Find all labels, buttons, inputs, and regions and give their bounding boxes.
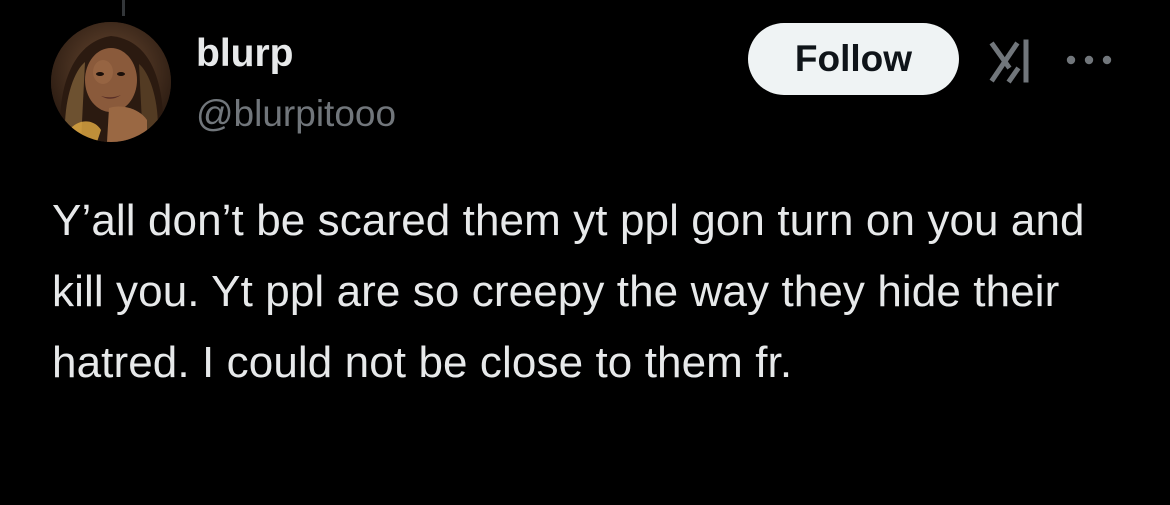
author-handle[interactable]: @blurpitooo [196,92,396,136]
follow-button[interactable]: Follow [748,23,959,95]
tweet-text: Y’all don’t be scared them yt ppl gon tu… [52,196,1085,387]
more-dots-icon[interactable] [1062,50,1116,70]
avatar-image [51,22,171,142]
grok-icon[interactable] [988,38,1034,84]
thread-connector-line [122,0,125,16]
avatar[interactable] [51,22,171,142]
author-display-name[interactable]: blurp [196,30,293,78]
